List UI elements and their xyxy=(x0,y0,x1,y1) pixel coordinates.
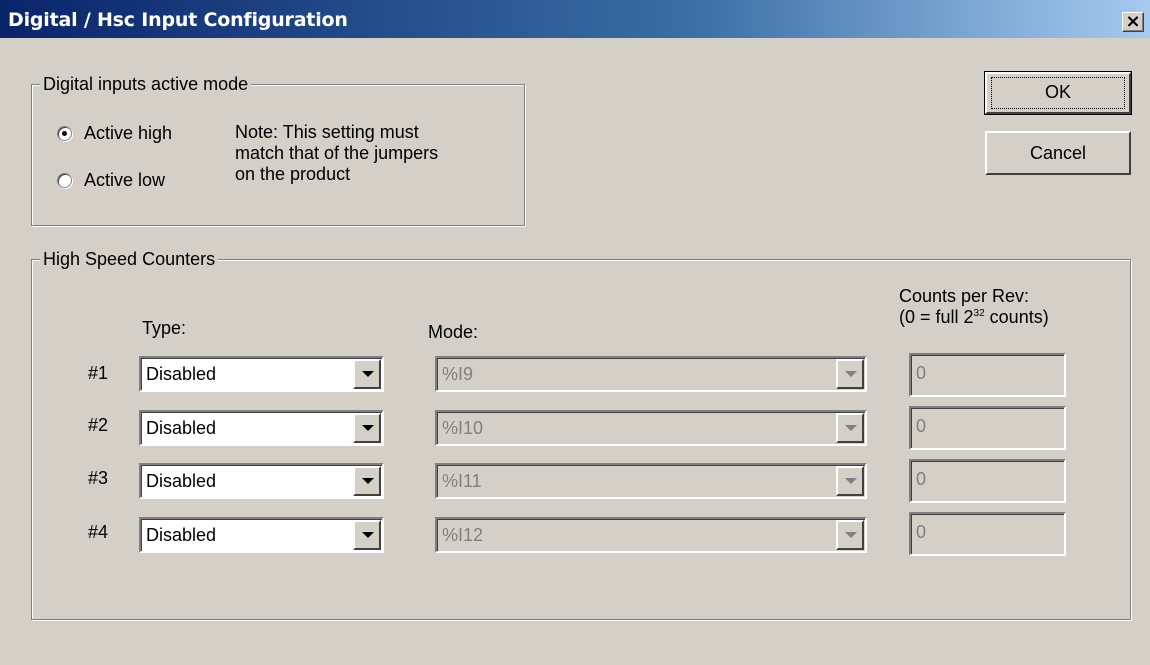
row-label-1: #1 xyxy=(88,363,109,383)
type-value-1: Disabled xyxy=(146,364,217,384)
row-label-2: #2 xyxy=(88,415,109,435)
type-value-4: Disabled xyxy=(146,525,217,545)
counts-input-4[interactable]: 0 xyxy=(909,512,1066,556)
mode-select-1[interactable]: %I9 xyxy=(435,356,867,392)
chevron-down-icon[interactable] xyxy=(353,413,381,443)
active-high-label: Active high xyxy=(84,123,173,143)
mode-select-4[interactable]: %I12 xyxy=(435,517,867,553)
chevron-down-icon[interactable] xyxy=(353,466,381,496)
chevron-down-icon[interactable] xyxy=(836,359,864,389)
counts-input-1[interactable]: 0 xyxy=(909,353,1066,397)
focus-rect xyxy=(991,77,1125,109)
type-select-2[interactable]: Disabled xyxy=(139,410,384,446)
chevron-down-icon[interactable] xyxy=(836,520,864,550)
active-high-radio-row[interactable]: Active high xyxy=(57,123,172,144)
mode-value-4: %I12 xyxy=(442,525,484,545)
mode-value-2: %I10 xyxy=(442,418,484,438)
type-select-4[interactable]: Disabled xyxy=(139,517,384,553)
type-value-2: Disabled xyxy=(146,418,217,438)
title-bar: Digital / Hsc Input Configuration × xyxy=(0,0,1150,38)
type-select-1[interactable]: Disabled xyxy=(139,356,384,392)
note-line-1: Note: This setting must xyxy=(235,122,419,142)
cancel-button[interactable]: Cancel xyxy=(985,131,1131,175)
counts-value-3: 0 xyxy=(916,469,927,489)
type-header: Type: xyxy=(142,318,187,338)
chevron-down-icon[interactable] xyxy=(353,359,381,389)
chevron-down-icon[interactable] xyxy=(836,466,864,496)
counts-header-sup: 32 xyxy=(973,308,985,319)
counts-header-2a: (0 = full 2 xyxy=(899,307,974,327)
active-high-radio[interactable] xyxy=(57,126,72,141)
row-label-3: #3 xyxy=(88,468,109,488)
counts-header-1: Counts per Rev: xyxy=(899,286,1030,306)
note-line-2: match that of the jumpers xyxy=(235,143,439,163)
cancel-label: Cancel xyxy=(1029,143,1087,163)
active-low-label: Active low xyxy=(84,170,166,190)
mode-value-1: %I9 xyxy=(442,364,474,384)
mode-header: Mode: xyxy=(428,322,479,342)
active-low-radio[interactable] xyxy=(57,173,72,188)
chevron-down-icon[interactable] xyxy=(353,520,381,550)
type-value-3: Disabled xyxy=(146,471,217,491)
chevron-down-icon[interactable] xyxy=(836,413,864,443)
hsc-legend: High Speed Counters xyxy=(40,249,219,269)
counts-header-2: (0 = full 232 counts) xyxy=(899,307,1049,328)
mode-select-2[interactable]: %I10 xyxy=(435,410,867,446)
ok-button[interactable]: OK xyxy=(984,71,1132,115)
close-icon: × xyxy=(1125,11,1141,32)
row-label-4: #4 xyxy=(88,522,109,542)
counts-header-2b: counts) xyxy=(984,307,1049,327)
counts-value-4: 0 xyxy=(916,522,927,542)
active-low-radio-row[interactable]: Active low xyxy=(57,170,165,191)
mode-value-3: %I11 xyxy=(442,471,482,491)
counts-input-2[interactable]: 0 xyxy=(909,406,1066,450)
note-line-3: on the product xyxy=(235,164,351,184)
window-title: Digital / Hsc Input Configuration xyxy=(8,9,348,31)
close-button[interactable]: × xyxy=(1122,12,1144,32)
note-text: Note: This setting must match that of th… xyxy=(235,122,438,185)
type-select-3[interactable]: Disabled xyxy=(139,463,384,499)
counts-value-1: 0 xyxy=(916,363,927,383)
mode-select-3[interactable]: %I11 xyxy=(435,463,867,499)
counts-value-2: 0 xyxy=(916,416,927,436)
digital-inputs-legend: Digital inputs active mode xyxy=(40,74,252,94)
counts-input-3[interactable]: 0 xyxy=(909,459,1066,503)
